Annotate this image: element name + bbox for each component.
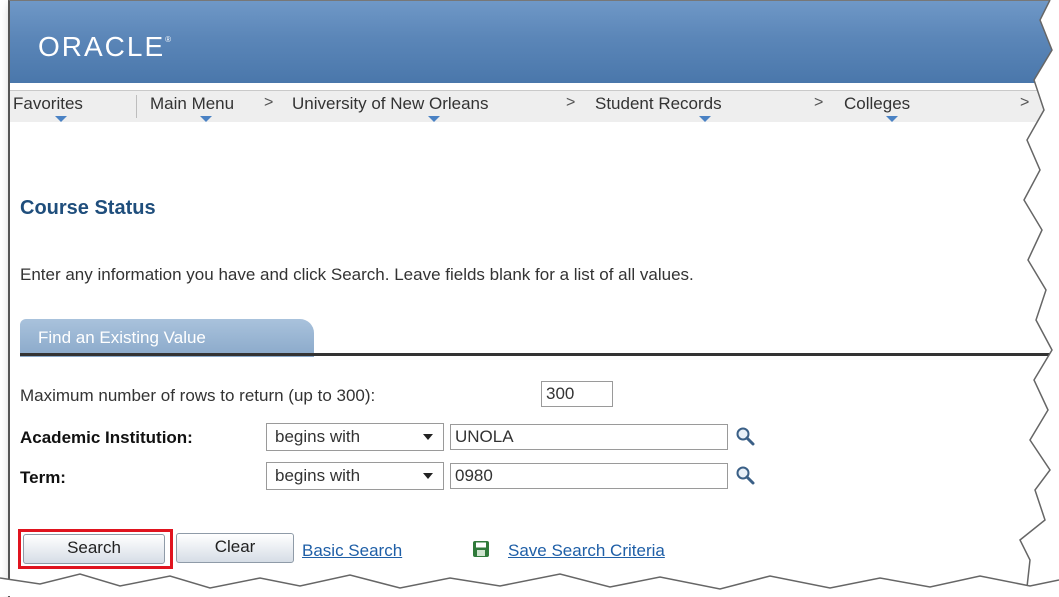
term-operator-select[interactable]: begins with — [266, 462, 444, 490]
nav-divider — [136, 95, 137, 118]
breadcrumb-separator: > — [566, 94, 576, 111]
instructions-text: Enter any information you have and click… — [20, 265, 694, 284]
oracle-header: ORACLE® — [10, 1, 1059, 83]
save-search-criteria-link[interactable]: Save Search Criteria — [508, 541, 665, 561]
institution-operator-select[interactable]: begins with — [266, 423, 444, 451]
breadcrumb-separator: > — [814, 94, 824, 111]
nav-colleges-label: Colleges — [844, 94, 911, 113]
chevron-down-icon — [55, 116, 67, 122]
nav-student-records[interactable]: Student Records — [595, 94, 722, 122]
chevron-down-icon — [423, 473, 433, 479]
logo-text: ORACLE — [38, 31, 166, 62]
max-rows-label: Maximum number of rows to return (up to … — [20, 386, 376, 405]
basic-search-link[interactable]: Basic Search — [302, 541, 402, 561]
lookup-icon[interactable] — [735, 426, 755, 446]
nav-student-records-label: Student Records — [595, 94, 722, 113]
nav-favorites-label: Favorites — [13, 94, 83, 113]
logo-mark: ® — [165, 35, 174, 44]
nav-colleges[interactable]: Colleges — [844, 94, 911, 122]
tab-divider — [20, 353, 1059, 356]
save-icon[interactable] — [472, 540, 490, 558]
nav-university[interactable]: University of New Orleans — [292, 94, 489, 122]
nav-favorites[interactable]: Favorites — [13, 94, 83, 122]
nav-main-menu[interactable]: Main Menu — [150, 94, 235, 122]
nav-university-label: University of New Orleans — [292, 94, 489, 113]
breadcrumb-separator: > — [1020, 94, 1030, 111]
breadcrumb: Favorites Main Menu > University of New … — [10, 90, 1059, 122]
tab-find-existing-value[interactable]: Find an Existing Value — [20, 319, 314, 357]
max-rows-input[interactable]: 300 — [541, 381, 613, 407]
search-button[interactable]: Search — [23, 534, 165, 564]
window-frame: ORACLE® Favorites Main Menu > University… — [8, 0, 1059, 597]
institution-operator-value: begins with — [275, 427, 361, 446]
institution-label: Academic Institution: — [20, 428, 193, 447]
chevron-down-icon — [423, 434, 433, 440]
nav-main-menu-label: Main Menu — [150, 94, 235, 113]
term-operator-value: begins with — [275, 466, 361, 485]
tab-label: Find an Existing Value — [38, 328, 206, 347]
oracle-logo: ORACLE® — [38, 31, 173, 63]
breadcrumb-separator: > — [264, 94, 274, 111]
clear-button[interactable]: Clear — [176, 533, 294, 563]
chevron-down-icon — [886, 116, 898, 122]
term-input[interactable]: 0980 — [450, 463, 728, 489]
chevron-down-icon — [699, 116, 711, 122]
page-title: Course Status — [20, 197, 156, 219]
chevron-down-icon — [200, 116, 212, 122]
lookup-icon[interactable] — [735, 465, 755, 485]
institution-input[interactable]: UNOLA — [450, 424, 728, 450]
term-label: Term: — [20, 468, 66, 487]
chevron-down-icon — [428, 116, 440, 122]
